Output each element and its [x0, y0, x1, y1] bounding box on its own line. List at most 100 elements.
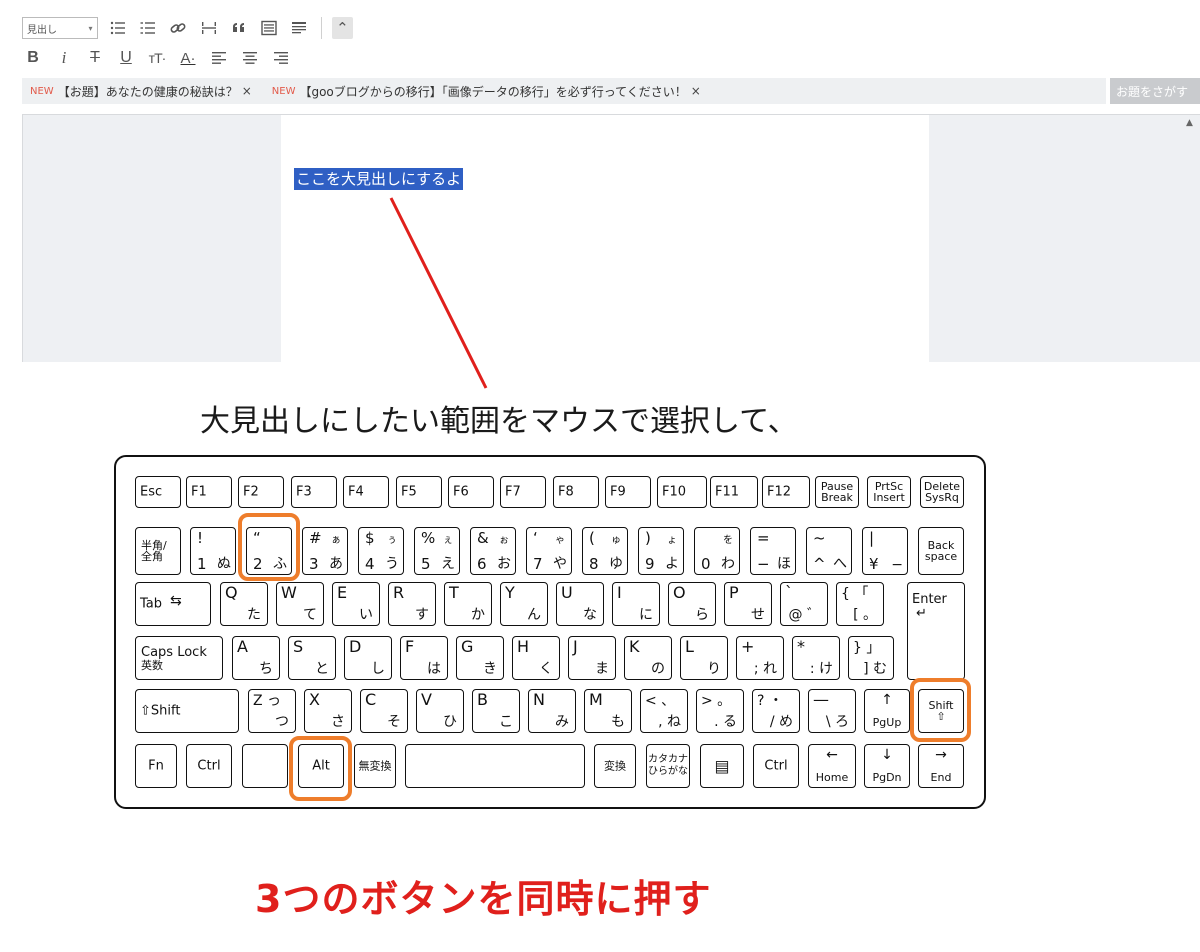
key-label: と [315, 661, 329, 677]
key-bracket-right: } 」] む [848, 636, 894, 680]
key-8: (ゅ 8 ゆ [582, 527, 628, 575]
selected-text[interactable]: ここを大見出しにするよ [294, 168, 464, 190]
key-label: F6 [453, 484, 469, 500]
key-label: * [797, 637, 805, 656]
key-label: Ctrl [764, 758, 788, 774]
highlight-key-alt [289, 736, 352, 801]
italic-button[interactable]: i [53, 47, 75, 69]
key-label: て [303, 607, 317, 623]
key-label: — [813, 690, 829, 709]
key-a: Aち [232, 636, 280, 680]
key-f: Fは [400, 636, 448, 680]
key-label: 変換 [604, 759, 626, 773]
key-label: ぬ [217, 556, 231, 572]
key-label: $ [365, 529, 375, 547]
key-l: Lり [680, 636, 728, 680]
key-label: 8 [589, 555, 599, 573]
bullet-list-icon[interactable] [108, 17, 129, 39]
topic-item[interactable]: NEW 【お題】あなたの健康の秘訣は？ × [30, 83, 252, 100]
key-label: に [639, 607, 653, 623]
key-label: − [757, 555, 770, 573]
editor-paper[interactable] [281, 115, 929, 363]
key-label: F12 [767, 484, 792, 500]
key-label: Caps Lock [141, 645, 207, 660]
link-icon[interactable] [168, 17, 189, 39]
tab-arrows-icon: ⇆ [170, 593, 182, 609]
key-g: Gき [456, 636, 504, 680]
key-label: F10 [662, 484, 687, 500]
key-muhenkan: 無変換 [354, 744, 396, 788]
key-f8: F8 [553, 476, 599, 508]
key-4: $ ぅ 4 う [358, 527, 404, 575]
key-label: [ 。 [853, 607, 877, 623]
font-size-button[interactable]: тT· [146, 47, 168, 69]
align-center-button[interactable] [239, 47, 261, 69]
key-pgdn: ↓ PgDn [864, 744, 910, 788]
key-label: せ [751, 607, 765, 623]
key-f4: F4 [343, 476, 389, 508]
align-center-icon [243, 52, 257, 64]
key-i: Iに [612, 582, 660, 626]
align-left-button[interactable] [208, 47, 230, 69]
topic-search-button[interactable]: お題をさがす [1110, 78, 1200, 104]
key-label: I [617, 583, 622, 602]
key-7: ‘ ゃ 7 や [526, 527, 572, 575]
table-of-contents-icon[interactable] [258, 17, 279, 39]
key-label: ゅ [611, 535, 621, 546]
key-label: ¥ [869, 555, 879, 573]
key-label: @ ゛ [788, 607, 821, 623]
strikethrough-button[interactable]: T [84, 47, 106, 69]
bold-button[interactable]: B [22, 47, 44, 69]
editor-area[interactable] [22, 114, 1200, 363]
close-icon[interactable]: × [691, 84, 701, 98]
key-label: A [237, 637, 248, 656]
key-f2: F2 [238, 476, 284, 508]
key-label: 英数 [141, 659, 163, 672]
horizontal-rule-icon[interactable] [198, 17, 219, 39]
key-label: の [651, 661, 665, 677]
key-label: ち [259, 661, 273, 677]
key-label: ) [645, 529, 651, 547]
key-label: み [555, 714, 569, 730]
font-color-button[interactable]: A· [177, 47, 199, 69]
key-label: い [359, 607, 373, 623]
key-label: Z っ [253, 693, 282, 709]
key-label: H [517, 637, 530, 656]
key-c: Cそ [360, 689, 408, 733]
quote-icon[interactable] [228, 17, 249, 39]
arrow-down-icon: ↓ [881, 747, 893, 763]
collapse-toolbar-button[interactable]: ⌃ [331, 17, 353, 39]
scroll-up-icon[interactable]: ▲ [1186, 118, 1193, 128]
new-badge: NEW [30, 85, 54, 97]
underline-button[interactable]: U [115, 47, 137, 69]
topic-title[interactable]: 【gooブログからの移行】「画像データの移行」を必ず行ってください！ [299, 83, 686, 100]
key-label: 4 [365, 555, 375, 573]
topic-title[interactable]: 【お題】あなたの健康の秘訣は？ [58, 83, 238, 100]
key-label: ` [785, 583, 793, 602]
arrow-right-icon: → [935, 747, 947, 763]
key-t: Tか [444, 582, 492, 626]
key-label: > 。 [701, 693, 732, 709]
key-at: ` @ ゛ [780, 582, 828, 626]
key-label: そ [387, 714, 401, 730]
topic-bar: NEW 【お題】あなたの健康の秘訣は？ × NEW 【gooブログからの移行】「… [22, 78, 1106, 104]
key-p: Pせ [724, 582, 772, 626]
heading-select[interactable]: 見出し ▾ [22, 17, 98, 39]
paragraph-format-icon[interactable] [289, 17, 310, 39]
key-label: 5 [421, 555, 431, 573]
key-o: Oら [668, 582, 716, 626]
key-label: カタカナ [648, 754, 688, 765]
key-label: や [553, 556, 567, 572]
align-right-button[interactable] [270, 47, 292, 69]
numbered-list-icon[interactable] [138, 17, 159, 39]
key-label: L [685, 637, 694, 656]
key-label: Break [821, 491, 853, 504]
key-h: Hく [512, 636, 560, 680]
key-f3: F3 [291, 476, 337, 508]
close-icon[interactable]: × [242, 84, 252, 98]
key-label: E [337, 583, 348, 602]
key-label: 無変換 [358, 759, 392, 773]
key-label: \ ろ [825, 714, 849, 730]
topic-item[interactable]: NEW 【gooブログからの移行】「画像データの移行」を必ず行ってください！ × [272, 83, 701, 100]
chevron-up-icon: ⌃ [336, 19, 349, 37]
